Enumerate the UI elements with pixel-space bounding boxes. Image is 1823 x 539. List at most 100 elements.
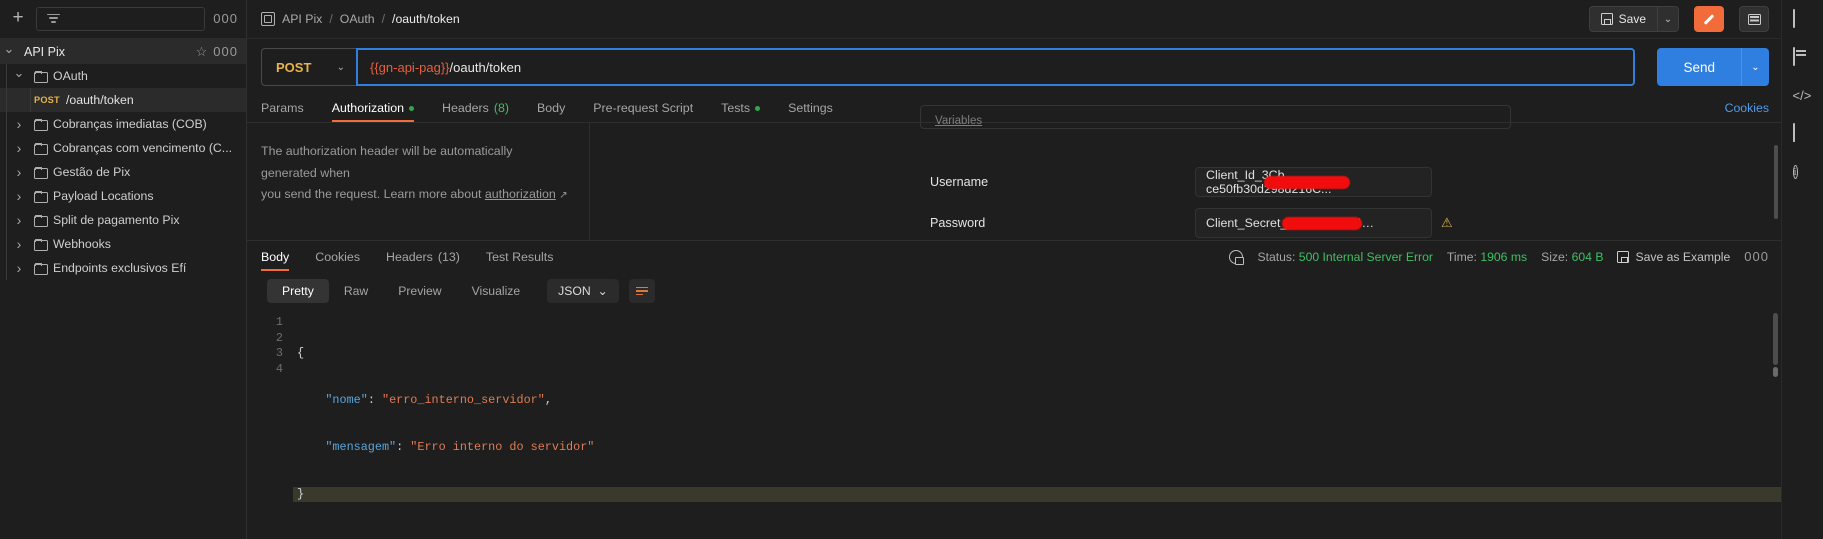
response-tab-body[interactable]: Body xyxy=(261,243,302,271)
breadcrumb-folder[interactable]: OAuth xyxy=(340,12,375,26)
breadcrumb-collection[interactable]: API Pix xyxy=(282,12,322,26)
sidebar-item-cobrancas-vencimento[interactable]: Cobranças com vencimento (C... xyxy=(0,136,246,160)
response-scrollbar-thumb[interactable] xyxy=(1773,367,1778,377)
code-token: } xyxy=(297,486,305,501)
tab-tests[interactable]: Tests xyxy=(707,101,774,122)
response-body-toolbar: Pretty Raw Preview Visualize JSON ⌄ xyxy=(247,273,1781,309)
response-body-code[interactable]: { "nome": "erro_interno_servidor", "mens… xyxy=(293,309,1781,539)
password-field[interactable]: Client_Secret_ae…d893394… xyxy=(1195,207,1432,238)
auth-panel-scrollbar[interactable] xyxy=(1774,145,1778,219)
documentation-button[interactable] xyxy=(1792,9,1813,30)
modified-dot-icon xyxy=(409,105,415,111)
panel-layout-icon xyxy=(1747,13,1761,25)
cookies-link[interactable]: Cookies xyxy=(1725,101,1769,122)
chevron-right-icon[interactable] xyxy=(10,116,28,132)
sidebar-item-webhooks[interactable]: Webhooks xyxy=(0,232,246,256)
tree-guide-line xyxy=(6,208,7,232)
response-tab-test-results[interactable]: Test Results xyxy=(473,243,566,271)
response-scrollbar[interactable] xyxy=(1773,313,1778,365)
tab-count: (8) xyxy=(493,101,510,115)
authorization-note: The authorization header will be automat… xyxy=(247,123,590,240)
tab-pre-request-script[interactable]: Pre-request Script xyxy=(579,101,707,122)
sidebar-item-label: Cobranças imediatas (COB) xyxy=(53,117,207,131)
tab-settings[interactable]: Settings xyxy=(774,101,847,122)
authorization-note-line1: The authorization header will be automat… xyxy=(261,144,513,180)
time-label: Time: xyxy=(1446,250,1477,264)
right-rail: </> i xyxy=(1781,0,1823,539)
sidebar-item-gestao-de-pix[interactable]: Gestão de Pix xyxy=(0,160,246,184)
edit-request-button[interactable] xyxy=(1694,6,1724,32)
chevron-right-icon[interactable] xyxy=(10,140,28,156)
view-mode-visualize[interactable]: Visualize xyxy=(457,279,536,303)
new-item-button[interactable]: + xyxy=(8,8,28,29)
save-dropdown-button[interactable]: ⌄ xyxy=(1657,6,1679,32)
response-tabs-bar: Body Cookies Headers (13) Test Results S… xyxy=(247,241,1781,273)
http-method-select[interactable]: POST ⌄ xyxy=(261,48,356,86)
username-field[interactable]: Client_Id_3Cb…ce50fb30d298d216C... xyxy=(1195,166,1432,197)
star-icon[interactable]: ☆ xyxy=(196,44,208,60)
filter-icon xyxy=(47,13,60,25)
time-value: 1906 ms xyxy=(1480,250,1528,264)
code-token: , xyxy=(544,392,552,407)
mock-server-button[interactable] xyxy=(1792,47,1813,68)
response-tab-headers[interactable]: Headers (13) xyxy=(373,243,473,271)
response-format-select[interactable]: JSON ⌄ xyxy=(547,279,619,303)
sidebar-filter-input[interactable] xyxy=(36,7,206,31)
sidebar-item-payload-locations[interactable]: Payload Locations xyxy=(0,184,246,208)
authorization-fields: Variables Username Client_Id_3Cb…ce50fb3… xyxy=(590,105,1781,240)
tab-headers[interactable]: Headers (8) xyxy=(428,101,523,122)
send-button[interactable]: Send xyxy=(1657,48,1741,86)
info-button[interactable]: i xyxy=(1792,162,1813,182)
save-button-label: Save xyxy=(1618,12,1646,26)
sidebar-item-oauth[interactable]: OAuth xyxy=(0,64,246,88)
chevron-right-icon[interactable] xyxy=(10,212,28,228)
code-token: "Erro interno do servidor" xyxy=(410,439,595,454)
save-button[interactable]: Save xyxy=(1588,6,1657,32)
line-number-gutter: 1 2 3 4 xyxy=(247,309,293,539)
code-snippet-button[interactable]: </> xyxy=(1793,86,1813,106)
code-snippet-icon: </> xyxy=(1792,88,1812,103)
save-as-example-button[interactable]: Save as Example xyxy=(1617,250,1730,264)
url-variable: {{gn-api-pag}} xyxy=(370,59,450,75)
comments-button[interactable] xyxy=(1792,123,1813,144)
tab-label: Params xyxy=(261,101,304,115)
chevron-down-icon[interactable] xyxy=(10,68,28,84)
tab-params[interactable]: Params xyxy=(261,101,318,122)
chevron-right-icon[interactable] xyxy=(10,164,28,180)
breadcrumb-bar: API Pix / OAuth / /oauth/token Save ⌄ xyxy=(247,0,1781,39)
layout-toggle-button[interactable] xyxy=(1739,6,1769,32)
sidebar-item-split-pagamento[interactable]: Split de pagamento Pix xyxy=(0,208,246,232)
chevron-right-icon[interactable] xyxy=(10,260,28,276)
view-mode-raw[interactable]: Raw xyxy=(329,279,383,303)
sidebar-more-button[interactable]: 000 xyxy=(213,12,238,25)
tab-label: Tests xyxy=(721,101,751,115)
collection-more-button[interactable]: 000 xyxy=(213,45,238,58)
code-token: { xyxy=(297,346,305,361)
postman-window: + 000 API Pix ☆ 000 OAuth POST /oauth/to… xyxy=(0,0,1823,539)
line-number: 3 xyxy=(275,346,283,361)
chevron-right-icon[interactable] xyxy=(10,236,28,252)
url-input[interactable]: {{gn-api-pag}}/oauth/token xyxy=(356,48,1636,86)
tab-body[interactable]: Body xyxy=(523,101,579,122)
tab-authorization[interactable]: Authorization xyxy=(318,101,428,122)
response-tab-cookies[interactable]: Cookies xyxy=(302,243,373,271)
send-dropdown-button[interactable]: ⌄ xyxy=(1741,48,1769,86)
view-mode-pretty[interactable]: Pretty xyxy=(267,279,329,303)
wrap-lines-icon xyxy=(635,286,648,296)
wrap-lines-button[interactable] xyxy=(628,279,655,303)
code-token: : xyxy=(396,439,411,454)
authorization-doc-link[interactable]: authorization xyxy=(485,187,556,201)
chevron-right-icon[interactable] xyxy=(10,188,28,204)
response-more-button[interactable]: 000 xyxy=(1744,250,1769,263)
sidebar-item-cobrancas-imediatas[interactable]: Cobranças imediatas (COB) xyxy=(0,112,246,136)
code-line: "nome": "erro_interno_servidor", xyxy=(293,393,1781,409)
chevron-down-icon[interactable] xyxy=(0,44,18,60)
size-value: 604 B xyxy=(1571,250,1604,264)
code-line: "mensagem": "Erro interno do servidor" xyxy=(293,440,1781,456)
collection-row-api-pix[interactable]: API Pix ☆ 000 xyxy=(0,39,246,64)
sidebar-item-endpoints-exclusivos[interactable]: Endpoints exclusivos Efí xyxy=(0,256,246,280)
view-mode-preview[interactable]: Preview xyxy=(383,279,456,303)
sidebar-item-oauth-token[interactable]: POST /oauth/token xyxy=(0,88,246,112)
